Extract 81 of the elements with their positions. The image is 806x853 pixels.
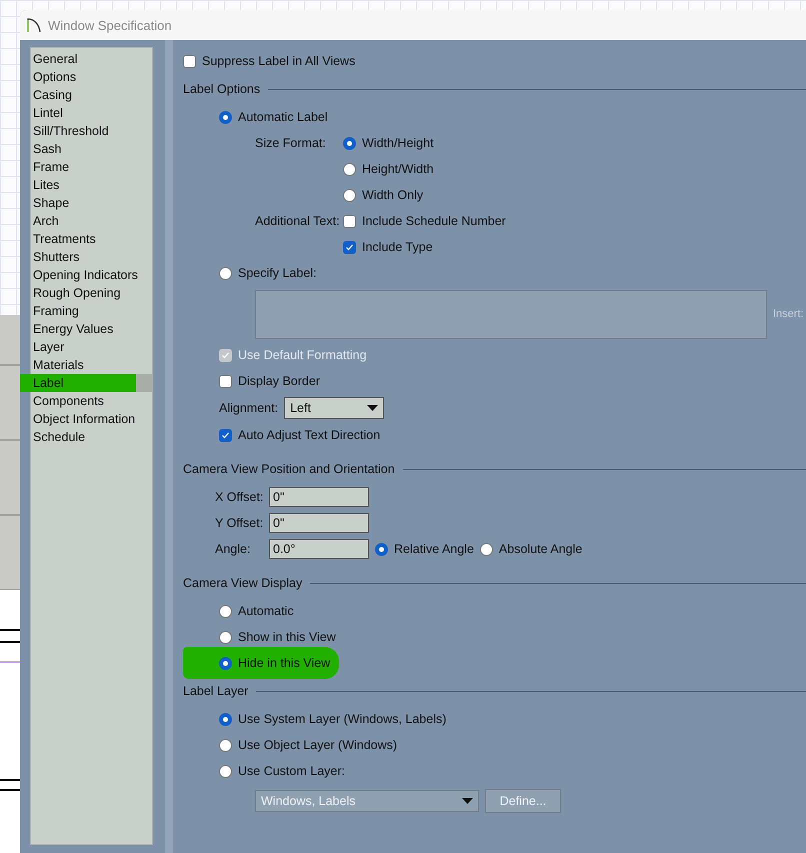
field-label: X Offset: (215, 490, 263, 504)
input-field[interactable]: 0" (269, 487, 369, 507)
checkbox-label: Suppress Label in All Views (202, 54, 356, 68)
radio-button[interactable] (219, 738, 232, 752)
category-item[interactable]: Sill/Threshold (31, 122, 152, 140)
radio-label: Show in this View (238, 630, 336, 644)
category-item[interactable]: Schedule (31, 428, 152, 446)
caret-icon (367, 405, 378, 411)
checkbox-label: Auto Adjust Text Direction (238, 428, 380, 442)
section-heading: Camera View Position and Orientation (183, 462, 395, 476)
category-item[interactable]: Energy Values (31, 320, 152, 338)
category-item[interactable]: Frame (31, 158, 152, 176)
category-item[interactable]: Materials (31, 356, 152, 374)
radio-label: Width/Height (362, 136, 434, 150)
field-label: Additional Text: (255, 214, 337, 228)
radio-label: Specify Label: (238, 266, 317, 280)
field-label: Angle: (215, 542, 252, 556)
checkbox[interactable] (219, 374, 232, 388)
radio-button[interactable] (219, 656, 232, 670)
radio-label: Automatic (238, 604, 294, 618)
checkbox-label: Use Default Formatting (238, 348, 367, 362)
category-item[interactable]: Opening Indicators (31, 266, 152, 284)
checkbox-label: Include Schedule Number (362, 214, 506, 228)
radio-button[interactable] (219, 266, 232, 280)
insert-label: Insert: (773, 308, 804, 320)
input-field[interactable]: 0.0° (269, 539, 369, 559)
arch-icon (26, 17, 42, 33)
section-heading: Camera View Display (183, 576, 302, 590)
category-item[interactable]: Lites (31, 176, 152, 194)
radio-button[interactable] (343, 188, 356, 202)
radio-label: Use Object Layer (Windows) (238, 738, 398, 752)
category-item[interactable]: Object Information (31, 410, 152, 428)
radio-button[interactable] (219, 764, 232, 778)
category-item[interactable]: Sash (31, 140, 152, 158)
radio-button[interactable] (343, 136, 356, 150)
checkbox-label: Include Type (362, 240, 433, 254)
checkbox[interactable] (183, 54, 196, 68)
category-item[interactable]: Treatments (31, 230, 152, 248)
radio-label: Height/Width (362, 162, 434, 176)
radio-button[interactable] (480, 542, 493, 556)
checkbox-label: Display Border (238, 374, 320, 388)
check-icon (221, 430, 230, 440)
checkbox[interactable] (219, 428, 232, 442)
category-item[interactable]: Rough Opening (31, 284, 152, 302)
input-field[interactable]: 0" (269, 513, 369, 533)
window-title: Window Specification (48, 18, 172, 32)
category-item[interactable]: Arch (31, 212, 152, 230)
category-item[interactable]: Layer (31, 338, 152, 356)
field-label: Alignment: (219, 401, 278, 415)
category-item[interactable]: Options (31, 68, 152, 86)
check-icon (345, 242, 354, 252)
radio-button[interactable] (219, 110, 232, 124)
radio-label: Relative Angle (394, 542, 474, 556)
radio-button[interactable] (219, 712, 232, 726)
radio-label: Use System Layer (Windows, Labels) (238, 712, 446, 726)
category-item[interactable]: Shutters (31, 248, 152, 266)
radio-label: Hide in this View (238, 656, 330, 670)
radio-button[interactable] (343, 162, 356, 176)
field-label: Y Offset: (215, 516, 263, 530)
category-item[interactable]: Casing (31, 86, 152, 104)
alignment-dropdown[interactable]: Left (284, 397, 384, 419)
checkbox[interactable] (343, 214, 356, 228)
radio-button[interactable] (219, 630, 232, 644)
checkbox[interactable] (343, 240, 356, 254)
section-heading: Label Options (183, 82, 260, 96)
radio-label: Use Custom Layer: (238, 764, 345, 778)
category-item[interactable]: Lintel (31, 104, 152, 122)
category-item[interactable]: General (31, 50, 152, 68)
section-heading: Label Layer (183, 684, 248, 698)
category-item[interactable]: Components (31, 392, 152, 410)
category-item[interactable]: Shape (31, 194, 152, 212)
field-label: Size Format: (255, 136, 327, 150)
radio-label: Absolute Angle (498, 542, 582, 556)
check-icon (221, 350, 230, 360)
category-item[interactable]: Label (20, 374, 152, 392)
caret-icon (462, 798, 473, 804)
category-item[interactable]: Framing (31, 302, 152, 320)
radio-label: Automatic Label (238, 110, 328, 124)
radio-button[interactable] (219, 604, 232, 618)
radio-label: Width Only (362, 188, 424, 202)
radio-button[interactable] (375, 542, 388, 556)
